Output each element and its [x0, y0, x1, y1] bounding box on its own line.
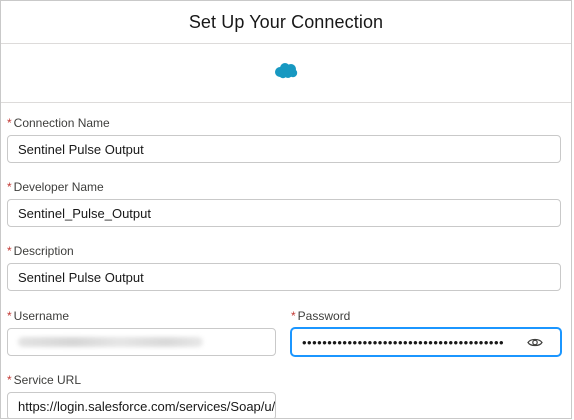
password-field: * Password ••••••••••••••••••••••••••••••…	[291, 308, 561, 356]
password-label: Password	[297, 309, 351, 323]
username-label: Username	[13, 309, 70, 323]
username-input[interactable]	[7, 328, 276, 356]
service-url-value: https://login.salesforce.com/services/So…	[18, 398, 276, 414]
connection-name-label: Connection Name	[13, 116, 110, 130]
required-marker: *	[7, 116, 12, 130]
required-marker: *	[291, 309, 296, 323]
modal-header: Set Up Your Connection	[1, 1, 571, 44]
description-value: Sentinel Pulse Output	[18, 269, 144, 285]
service-url-field: * Service URL https://login.salesforce.co…	[7, 372, 276, 418]
service-url-input[interactable]: https://login.salesforce.com/services/So…	[7, 392, 276, 418]
required-marker: *	[7, 180, 12, 194]
required-marker: *	[7, 244, 12, 258]
logo-bar	[1, 44, 571, 103]
description-field: * Description Sentinel Pulse Output	[7, 243, 561, 291]
connection-name-input[interactable]: Sentinel Pulse Output	[7, 135, 561, 163]
password-masked-value: ••••••••••••••••••••••••••••••••••••••••	[302, 334, 505, 350]
setup-connection-modal: Set Up Your Connection *Connection Name	[0, 0, 572, 419]
description-input[interactable]: Sentinel Pulse Output	[7, 263, 561, 291]
connection-name-value: Sentinel Pulse Output	[18, 141, 144, 157]
required-marker: *	[7, 373, 12, 387]
eye-icon[interactable]	[526, 335, 544, 349]
modal-title: Set Up Your Connection	[188, 11, 384, 32]
salesforce-cloud-icon	[274, 62, 298, 84]
description-label: Description	[13, 244, 74, 258]
password-input[interactable]: ••••••••••••••••••••••••••••••••••••••••	[291, 328, 561, 356]
developer-name-label: Developer Name	[13, 180, 104, 194]
service-url-label: Service URL	[13, 373, 82, 387]
username-redacted-value	[18, 337, 203, 347]
connection-name-field: * Connection Name Sentinel Pulse Output	[7, 115, 561, 163]
developer-name-value: Sentinel_Pulse_Output	[18, 205, 151, 221]
developer-name-input[interactable]: Sentinel_Pulse_Output	[7, 199, 561, 227]
username-field: * Username	[7, 308, 276, 356]
developer-name-field: * Developer Name Sentinel_Pulse_Output	[7, 179, 561, 227]
required-marker: *	[7, 309, 12, 323]
